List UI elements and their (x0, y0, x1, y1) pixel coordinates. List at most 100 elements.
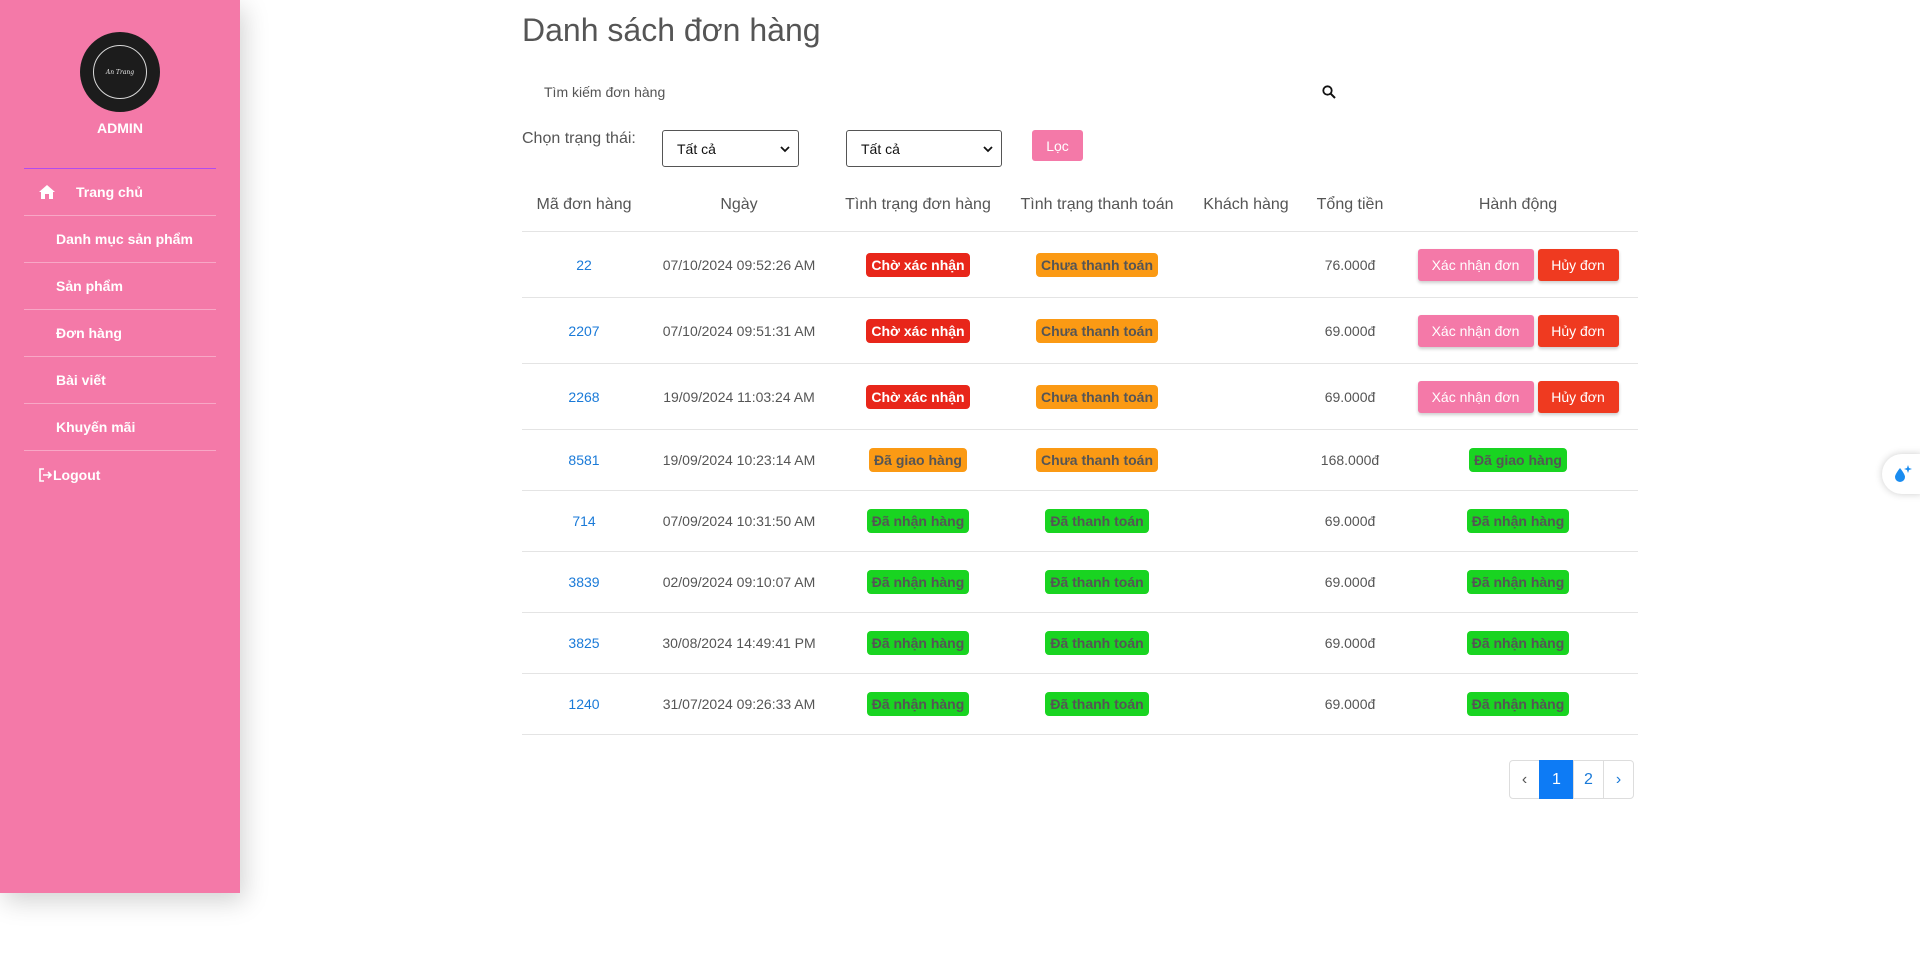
sidebar-item-promotions[interactable]: Khuyến mãi (24, 404, 216, 451)
sidebar-item-home[interactable]: Trang chủ (24, 169, 216, 216)
order-total: 69.000đ (1324, 696, 1376, 712)
table-row: 8581 19/09/2024 10:23:14 AM Đã giao hàng… (522, 430, 1638, 491)
order-total: 69.000đ (1324, 322, 1376, 339)
order-status-badge: Đã nhận hàng (866, 631, 970, 655)
sidebar-item-label: Khuyến mãi (56, 419, 136, 435)
select-value: Tất cả (677, 140, 716, 157)
prev-page-button[interactable]: ‹ (1509, 760, 1540, 799)
order-status-badge: Đã nhận hàng (866, 509, 970, 533)
page-title: Danh sách đơn hàng (522, 12, 821, 48)
order-total: 69.000đ (1324, 635, 1376, 651)
logout-button[interactable]: Logout (24, 451, 216, 498)
order-status-badge: Chờ xác nhận (866, 318, 970, 343)
logout-icon (39, 467, 52, 482)
page-button-2[interactable]: 2 (1573, 760, 1604, 799)
order-total: 69.000đ (1324, 513, 1376, 529)
payment-status-badge: Chưa thanh toán (1035, 318, 1159, 343)
order-date: 30/08/2024 14:49:41 PM (662, 635, 816, 651)
confirm-order-button[interactable]: Xác nhận đơn (1417, 314, 1534, 347)
payment-status-badge: Đã thanh toán (1045, 631, 1149, 655)
search-input[interactable] (522, 76, 1346, 108)
actions-cell: Đã nhận hàng (1398, 631, 1638, 655)
order-date: 02/09/2024 09:10:07 AM (662, 574, 816, 590)
order-id-link[interactable]: 3825 (568, 635, 599, 651)
chevron-down-icon (983, 146, 993, 153)
order-status-badge: Đã nhận hàng (866, 570, 970, 594)
search-bar (522, 76, 1346, 108)
order-date: 19/09/2024 10:23:14 AM (662, 452, 816, 468)
order-id-link[interactable]: 2268 (568, 389, 599, 405)
sidebar-item-categories[interactable]: Danh mục sản phẩm (24, 216, 216, 263)
payment-status-select[interactable]: Tất cả (846, 130, 1002, 167)
confirm-order-button[interactable]: Xác nhận đơn (1417, 248, 1534, 281)
filter-label: Chọn trạng thái: (522, 130, 636, 147)
order-id-link[interactable]: 714 (572, 513, 595, 529)
column-header-total[interactable]: Tổng tiền (1302, 197, 1398, 213)
cancel-order-button[interactable]: Hủy đơn (1537, 314, 1619, 347)
sidebar-item-label: Trang chủ (76, 184, 143, 200)
order-status-badge: Đã giao hàng (869, 448, 967, 472)
chevron-down-icon (780, 146, 790, 153)
order-total: 69.000đ (1324, 388, 1376, 405)
actions-cell: Đã nhận hàng (1398, 509, 1638, 533)
floating-widget-button[interactable] (1882, 454, 1920, 494)
actions-cell: Xác nhận đơn Hủy đơn (1398, 314, 1638, 347)
confirm-order-button[interactable]: Xác nhận đơn (1417, 380, 1534, 413)
filter-button[interactable]: Lọc (1032, 130, 1083, 161)
order-status-select[interactable]: Tất cả (662, 130, 799, 167)
action-status-badge: Đã nhận hàng (1466, 570, 1570, 594)
payment-status-badge: Chưa thanh toán (1035, 252, 1159, 277)
column-header-date[interactable]: Ngày (646, 197, 832, 213)
sidebar: An Trang ADMIN Trang chủ Danh mục sản ph… (0, 0, 240, 893)
column-header-payment-status[interactable]: Tình trạng thanh toán (1004, 197, 1190, 213)
sparkle-drop-icon (1895, 465, 1912, 482)
order-id-link[interactable]: 2207 (568, 323, 599, 339)
payment-status-badge: Đã thanh toán (1045, 570, 1149, 594)
table-row: 22 07/10/2024 09:52:26 AM Chờ xác nhận C… (522, 232, 1638, 298)
order-date: 07/09/2024 10:31:50 AM (662, 513, 816, 529)
column-header-order-id[interactable]: Mã đơn hàng (522, 197, 646, 213)
column-header-customer[interactable]: Khách hàng (1190, 197, 1302, 213)
table-row: 3839 02/09/2024 09:10:07 AM Đã nhận hàng… (522, 552, 1638, 613)
logout-label: Logout (53, 466, 101, 483)
order-id-link[interactable]: 22 (576, 257, 592, 273)
column-header-order-status[interactable]: Tình trạng đơn hàng (832, 197, 1004, 213)
action-status-badge: Đã nhận hàng (1466, 692, 1570, 716)
table-row: 3825 30/08/2024 14:49:41 PM Đã nhận hàng… (522, 613, 1638, 674)
action-status-badge: Đã nhận hàng (1466, 631, 1570, 655)
home-icon (39, 185, 55, 199)
cancel-order-button[interactable]: Hủy đơn (1537, 248, 1619, 281)
payment-status-badge: Đã thanh toán (1045, 692, 1149, 716)
payment-status-badge: Chưa thanh toán (1035, 448, 1159, 472)
payment-status-badge: Đã thanh toán (1045, 509, 1149, 533)
sidebar-item-label: Danh mục sản phẩm (56, 231, 193, 247)
cancel-order-button[interactable]: Hủy đơn (1537, 380, 1619, 413)
sidebar-item-label: Bài viết (56, 372, 106, 388)
order-status-badge: Chờ xác nhận (866, 252, 970, 277)
search-icon[interactable] (1322, 85, 1336, 99)
pagination: ‹ 1 2 › (1509, 760, 1634, 799)
next-page-button[interactable]: › (1603, 760, 1634, 799)
order-id-link[interactable]: 1240 (568, 696, 599, 712)
table-row: 714 07/09/2024 10:31:50 AM Đã nhận hàng … (522, 491, 1638, 552)
sidebar-item-orders[interactable]: Đơn hàng (24, 310, 216, 357)
avatar: An Trang (80, 32, 160, 112)
order-total: 168.000đ (1320, 452, 1380, 468)
payment-status-badge: Chưa thanh toán (1035, 384, 1159, 409)
order-id-link[interactable]: 3839 (568, 574, 599, 590)
sidebar-item-posts[interactable]: Bài viết (24, 357, 216, 404)
order-date: 07/10/2024 09:52:26 AM (662, 256, 816, 273)
row-actions: Xác nhận đơn Hủy đơn (1398, 248, 1638, 281)
column-header-actions: Hành động (1478, 196, 1558, 213)
actions-cell: Xác nhận đơn Hủy đơn (1398, 380, 1638, 413)
actions-cell: Đã giao hàng (1398, 448, 1638, 472)
orders-table: Mã đơn hàng Ngày Tình trạng đơn hàng Tìn… (522, 178, 1638, 735)
order-date: 07/10/2024 09:51:31 AM (662, 322, 816, 339)
actions-cell: Xác nhận đơn Hủy đơn (1398, 248, 1638, 281)
page-button-1[interactable]: 1 (1539, 760, 1574, 799)
sidebar-item-products[interactable]: Sản phẩm (24, 263, 216, 310)
order-date: 31/07/2024 09:26:33 AM (662, 696, 816, 712)
sidebar-nav: Trang chủ Danh mục sản phẩm Sản phẩm Đơn… (24, 169, 216, 498)
order-status-badge: Chờ xác nhận (866, 384, 970, 409)
order-id-link[interactable]: 8581 (568, 452, 599, 468)
